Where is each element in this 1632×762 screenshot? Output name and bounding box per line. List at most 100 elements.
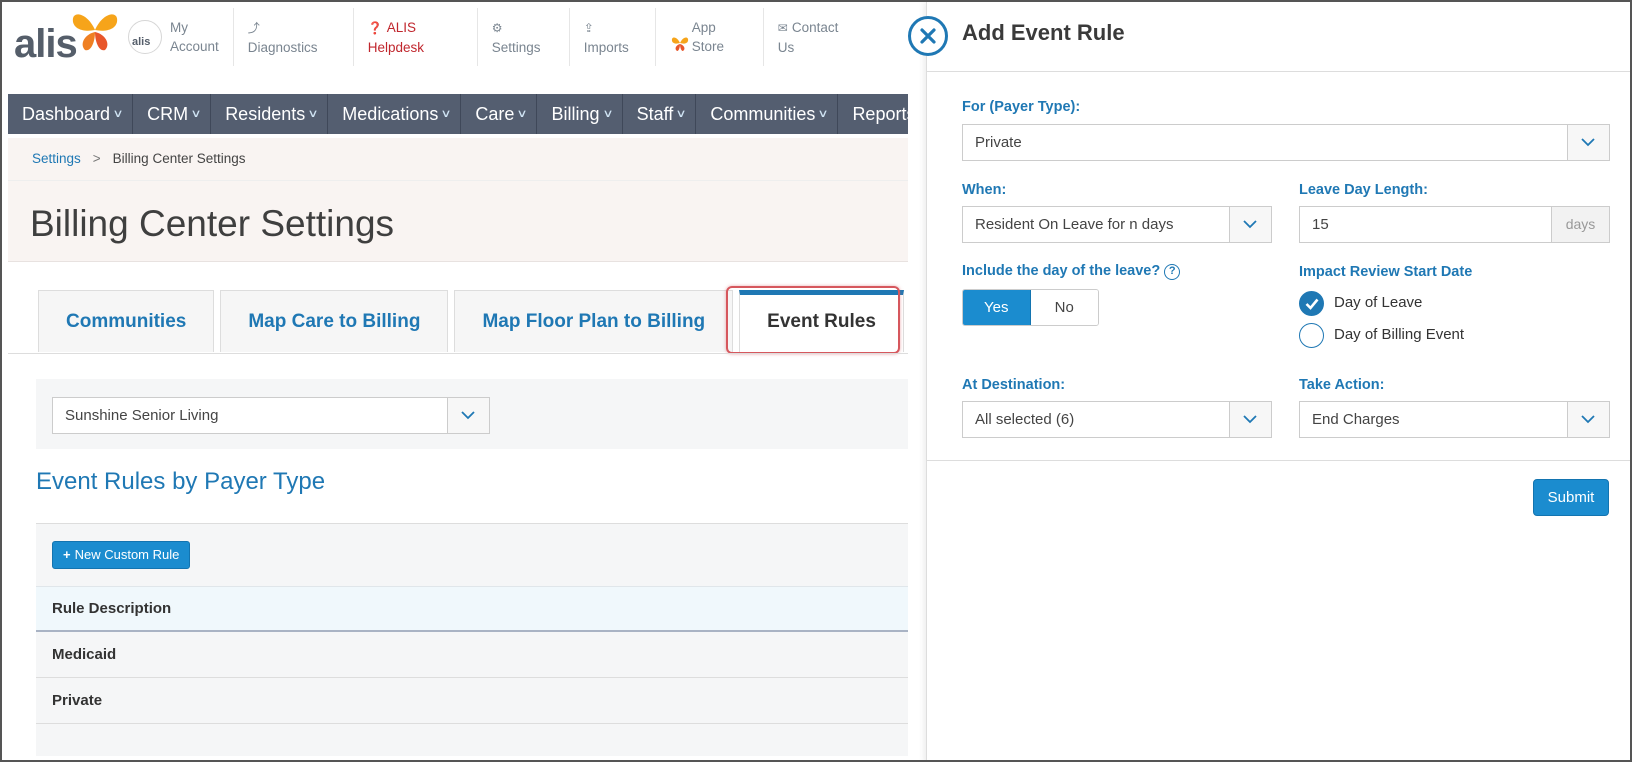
radio-unchecked-icon[interactable] (1299, 323, 1324, 348)
plus-icon: + (63, 547, 71, 562)
diagnostics-label: Diagnostics (247, 40, 318, 55)
my-account-line1: My (170, 20, 188, 35)
take-action-label: Take Action: (1299, 377, 1385, 393)
chevron-down-icon (1243, 219, 1257, 228)
drawer-divider (927, 460, 1630, 461)
include-day-no-button[interactable]: No (1030, 290, 1098, 325)
payer-type-toggle[interactable] (1567, 125, 1609, 160)
leave-day-length-input[interactable]: 15 days (1299, 206, 1610, 243)
nav-label: Staff (636, 104, 674, 124)
helpdesk-link[interactable]: ❓ ALIS Helpdesk (352, 8, 477, 66)
nav-dashboard[interactable]: Dashboard ∨ (8, 94, 134, 134)
chevron-down-icon (1243, 414, 1257, 423)
when-select[interactable]: Resident On Leave for n days (962, 206, 1272, 243)
tab-map-care-to-billing[interactable]: Map Care to Billing (220, 290, 449, 352)
event-rules-table: + New Custom Rule Rule Description Medica… (36, 524, 908, 756)
radio-day-of-leave[interactable]: Day of Leave (1299, 291, 1599, 317)
helpdesk-line1: ALIS (386, 20, 417, 35)
nav-care[interactable]: Care ∨ (461, 94, 538, 134)
radio-checked-icon[interactable] (1299, 291, 1324, 316)
at-destination-toggle[interactable] (1229, 402, 1271, 437)
tab-communities[interactable]: Communities (38, 290, 215, 352)
radio-day-of-billing-event[interactable]: Day of Billing Event (1299, 323, 1599, 349)
when-toggle[interactable] (1229, 207, 1271, 242)
helpdesk-line2: Helpdesk (367, 40, 425, 55)
breadcrumb-separator: > (92, 151, 101, 166)
nav-billing[interactable]: Billing ∨ (537, 94, 623, 134)
avatar: alis (128, 20, 162, 54)
when-value: Resident On Leave for n days (975, 216, 1174, 233)
include-day-toggle: Yes No (962, 289, 1099, 326)
take-action-toggle[interactable] (1567, 402, 1609, 437)
nav-crm[interactable]: CRM ∨ (133, 94, 212, 134)
drawer-title: Add Event Rule (962, 20, 1125, 45)
top-nav: alis My Account ⤴ Diagnostics ❓ ALIS Helpdes… (126, 8, 873, 66)
close-icon (920, 28, 936, 44)
nav-staff[interactable]: Staff ∨ (623, 94, 697, 134)
payer-type-value: Private (975, 134, 1022, 151)
community-select-value: Sunshine Senior Living (65, 407, 219, 424)
my-account-line2: Account (170, 39, 219, 54)
gear-icon: ⚙ (491, 21, 503, 35)
at-destination-select[interactable]: All selected (6) (962, 401, 1272, 438)
app-store-line2: Store (691, 39, 725, 54)
include-day-yes-button[interactable]: Yes (963, 290, 1031, 325)
take-action-select[interactable]: End Charges (1299, 401, 1610, 438)
community-select-toggle[interactable] (447, 398, 489, 433)
imports-label: Imports (583, 40, 629, 55)
question-circle-icon[interactable]: ? (1164, 264, 1181, 280)
app-frame: alis alis My Account ⤴ Diagnostics ❓ ALIS He… (0, 0, 1632, 762)
nav-label: CRM (147, 104, 189, 124)
tabs-divider (8, 353, 908, 354)
table-header-rule-description[interactable]: Rule Description (36, 586, 908, 632)
tab-map-floor-plan-to-billing[interactable]: Map Floor Plan to Billing (454, 290, 734, 352)
include-day-label-text: Include the day of the leave? (962, 263, 1161, 279)
leave-day-length-label: Leave Day Length: (1299, 182, 1428, 198)
table-row[interactable]: Medicaid (36, 632, 908, 678)
drawer-header: Add Event Rule (908, 2, 1630, 72)
take-action-value: End Charges (1312, 411, 1400, 428)
breadcrumb-settings-link[interactable]: Settings (32, 151, 81, 166)
when-label: When: (962, 182, 1007, 198)
radio-label: Day of Leave (1334, 294, 1423, 311)
chevron-down-icon: ∨ (190, 108, 202, 120)
app-store-line1: App (691, 20, 716, 35)
nav-communities[interactable]: Communities ∨ (696, 94, 839, 134)
community-select[interactable]: Sunshine Senior Living (52, 397, 490, 434)
check-icon (1305, 298, 1319, 310)
imports-link[interactable]: ⇪ Imports (568, 8, 655, 66)
payer-type-label: For (Payer Type): (962, 99, 1081, 115)
main-nav: Dashboard ∨ CRM ∨ Residents ∨ Medications ∨ … (8, 94, 915, 134)
contact-us-link[interactable]: ✉ Contact Us (762, 8, 873, 66)
title-bar: Billing Center Settings (8, 180, 908, 262)
alis-logo[interactable]: alis (12, 4, 122, 66)
nav-residents[interactable]: Residents ∨ (211, 94, 329, 134)
my-account-link[interactable]: alis My Account (126, 8, 233, 66)
close-drawer-button[interactable] (908, 16, 948, 56)
contact-line1: Contact (791, 20, 839, 35)
diagnostics-link[interactable]: ⤴ Diagnostics (232, 8, 353, 66)
breadcrumb-current: Billing Center Settings (112, 151, 246, 166)
chevron-down-icon: ∨ (817, 108, 830, 120)
leave-day-length-value: 15 (1312, 216, 1329, 233)
nav-label: Care (475, 104, 515, 124)
envelope-icon: ✉ (777, 21, 788, 35)
nav-label: Residents (225, 104, 306, 124)
nav-reports[interactable]: Reports (838, 94, 925, 134)
settings-link[interactable]: ⚙ Settings (476, 8, 569, 66)
submit-button[interactable]: Submit (1533, 479, 1609, 516)
community-panel: Sunshine Senior Living (36, 379, 908, 449)
payer-type-select[interactable]: Private (962, 124, 1610, 161)
nav-label: Dashboard (22, 104, 111, 124)
nav-medications[interactable]: Medications ∨ (328, 94, 462, 134)
tab-highlight-box (726, 286, 900, 354)
app-store-link[interactable]: App Store (654, 8, 763, 66)
at-destination-value: All selected (6) (975, 411, 1075, 428)
radio-label: Day of Billing Event (1334, 326, 1465, 343)
breadcrumb: Settings > Billing Center Settings (8, 138, 908, 180)
nav-label: Billing (551, 104, 600, 124)
new-custom-rule-button[interactable]: + New Custom Rule (52, 541, 191, 569)
table-row[interactable]: Private (36, 678, 908, 724)
chevron-down-icon: ∨ (112, 108, 124, 120)
contact-line2: Us (777, 40, 795, 55)
